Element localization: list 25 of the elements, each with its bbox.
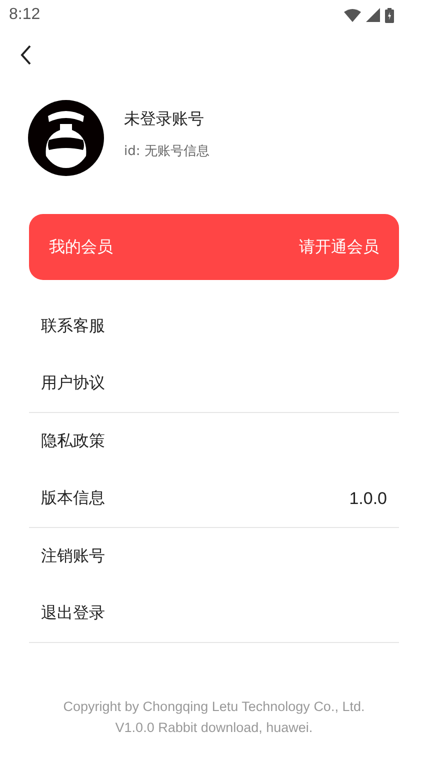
- wifi-icon: [344, 8, 361, 22]
- membership-action: 请开通会员: [299, 236, 379, 258]
- footer-text: Copyright by Chongqing Letu Technology Co., Ltd.: [63, 699, 365, 714]
- menu-item-label: 用户协议: [41, 373, 105, 394]
- account-id: id: 无账号信息: [124, 142, 210, 160]
- footer-text: V1.0.0 Rabbit download, huawei.: [115, 720, 313, 735]
- menu-item-label: 隐私政策: [41, 431, 105, 452]
- version-value: 1.0.0: [349, 488, 387, 508]
- membership-title: 我的会员: [49, 236, 113, 258]
- status-time: 8:12: [9, 6, 40, 24]
- avatar-icon: [28, 100, 104, 176]
- menu-item[interactable]: 隐私政策: [29, 413, 399, 470]
- menu-item[interactable]: 版本信息 1.0.0: [29, 470, 399, 527]
- menu-item[interactable]: 退出登录: [29, 585, 399, 642]
- battery-icon: [385, 8, 394, 22]
- menu-item-label: 注销账号: [41, 546, 105, 567]
- menu-item-label: 退出登录: [41, 603, 105, 624]
- menu-item[interactable]: 联系客服: [29, 298, 399, 355]
- signal-icon: [366, 8, 380, 22]
- menu-item[interactable]: 用户协议: [29, 355, 399, 412]
- menu-item-label: 联系客服: [41, 316, 105, 337]
- menu-item-label: 版本信息: [41, 488, 105, 509]
- back-icon[interactable]: [20, 45, 32, 65]
- menu-item[interactable]: 注销账号: [29, 528, 399, 585]
- account-name: 未登录账号: [124, 108, 205, 130]
